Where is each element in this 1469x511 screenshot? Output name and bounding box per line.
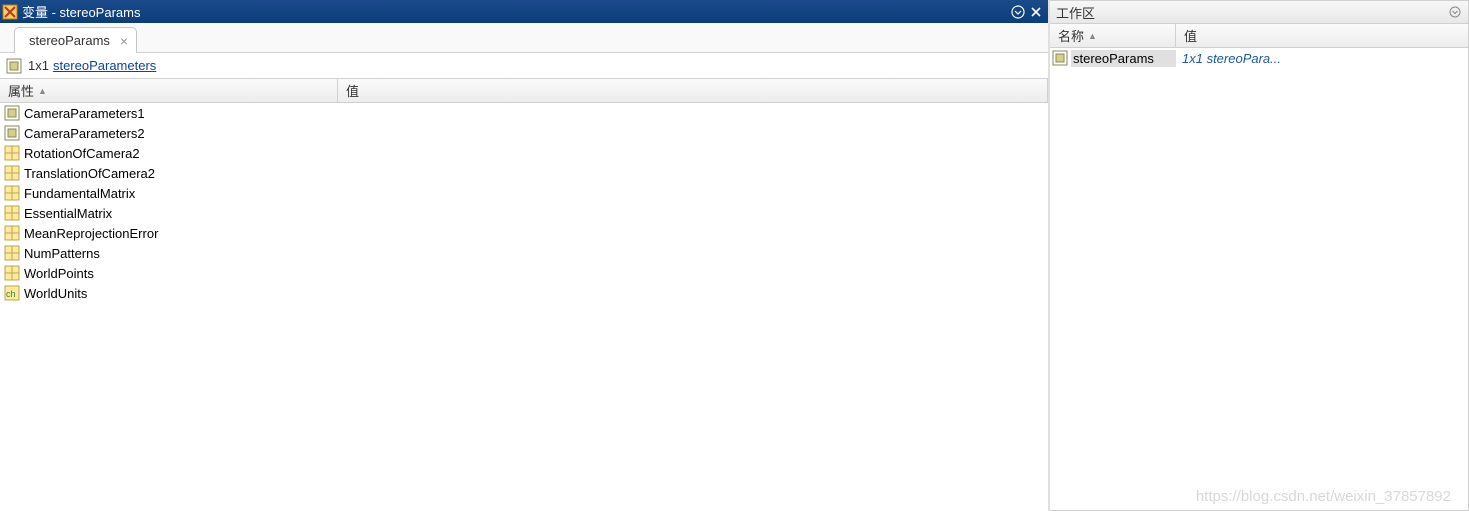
property-name: WorldUnits xyxy=(24,286,87,301)
tab-close-icon[interactable]: × xyxy=(120,34,128,48)
property-row[interactable]: EssentialMatrix xyxy=(0,203,1048,223)
property-row[interactable]: RotationOfCamera2 xyxy=(0,143,1048,163)
tab-bar: stereoParams × xyxy=(0,23,1048,53)
workspace-column-value-label: 值 xyxy=(1184,26,1197,45)
property-row[interactable]: TranslationOfCamera2 xyxy=(0,163,1048,183)
sort-ascending-icon: ▲ xyxy=(38,86,47,96)
workspace-column-name[interactable]: 名称 ▲ xyxy=(1050,24,1176,47)
grid-icon xyxy=(4,165,20,181)
sort-ascending-icon: ▲ xyxy=(1088,31,1097,41)
workspace-var-name: stereoParams xyxy=(1071,50,1176,67)
workspace-title: 工作区 xyxy=(1056,3,1448,22)
workspace-body: stereoParams 1x1 stereoPara... xyxy=(1050,48,1468,510)
workspace-table-header: 名称 ▲ 值 xyxy=(1050,24,1468,48)
property-name: NumPatterns xyxy=(24,246,100,261)
titlebar-close-button[interactable] xyxy=(1028,4,1044,20)
column-header-value[interactable]: 值 xyxy=(338,79,1048,102)
grid-icon xyxy=(4,225,20,241)
breadcrumb-type-link[interactable]: stereoParameters xyxy=(53,58,156,73)
object-icon xyxy=(1052,50,1068,66)
grid-icon xyxy=(4,145,20,161)
property-name: MeanReprojectionError xyxy=(24,226,158,241)
variables-title: 变量 - stereoParams xyxy=(22,2,1008,21)
workspace-panel: 工作区 名称 ▲ 值 stereoParams 1x1 stereoPara..… xyxy=(1050,0,1469,511)
property-row[interactable]: MeanReprojectionError xyxy=(0,223,1048,243)
workspace-row[interactable]: stereoParams 1x1 stereoPara... xyxy=(1050,48,1468,68)
variables-panel: 变量 - stereoParams stereoParams × 1x1 ste… xyxy=(0,0,1050,511)
variables-app-icon xyxy=(2,4,18,20)
workspace-dropdown-button[interactable] xyxy=(1448,5,1462,19)
property-list: CameraParameters1 CameraParameters2 Rotati… xyxy=(0,103,1048,511)
property-name: WorldPoints xyxy=(24,266,94,281)
workspace-var-value: 1x1 stereoPara... xyxy=(1176,51,1468,66)
cube-icon xyxy=(4,105,20,121)
column-header-attribute-label: 属性 xyxy=(8,81,34,100)
tab-label: stereoParams xyxy=(29,33,110,48)
property-name: CameraParameters2 xyxy=(24,126,145,141)
breadcrumb: 1x1 stereoParameters xyxy=(0,53,1048,79)
property-name: TranslationOfCamera2 xyxy=(24,166,155,181)
property-name: CameraParameters1 xyxy=(24,106,145,121)
grid-icon xyxy=(4,185,20,201)
property-row[interactable]: ch WorldUnits xyxy=(0,283,1048,303)
property-name: RotationOfCamera2 xyxy=(24,146,140,161)
property-name: FundamentalMatrix xyxy=(24,186,135,201)
column-header-value-label: 值 xyxy=(346,81,359,100)
char-icon: ch xyxy=(4,285,20,301)
object-icon xyxy=(6,58,22,74)
property-row[interactable]: WorldPoints xyxy=(0,263,1048,283)
cube-icon xyxy=(4,125,20,141)
property-row[interactable]: CameraParameters1 xyxy=(0,103,1048,123)
breadcrumb-size: 1x1 xyxy=(28,58,49,73)
property-row[interactable]: FundamentalMatrix xyxy=(0,183,1048,203)
variables-titlebar: 变量 - stereoParams xyxy=(0,0,1048,23)
property-name: EssentialMatrix xyxy=(24,206,112,221)
property-row[interactable]: NumPatterns xyxy=(0,243,1048,263)
titlebar-dropdown-button[interactable] xyxy=(1010,4,1026,20)
grid-icon xyxy=(4,265,20,281)
svg-text:ch: ch xyxy=(6,289,16,299)
workspace-column-value[interactable]: 值 xyxy=(1176,24,1468,47)
tab-stereoparams[interactable]: stereoParams × xyxy=(14,27,137,53)
property-table-header: 属性 ▲ 值 xyxy=(0,79,1048,103)
grid-icon xyxy=(4,245,20,261)
workspace-column-name-label: 名称 xyxy=(1058,26,1084,45)
column-header-attribute[interactable]: 属性 ▲ xyxy=(0,79,338,102)
grid-icon xyxy=(4,205,20,221)
workspace-titlebar: 工作区 xyxy=(1050,1,1468,24)
property-row[interactable]: CameraParameters2 xyxy=(0,123,1048,143)
